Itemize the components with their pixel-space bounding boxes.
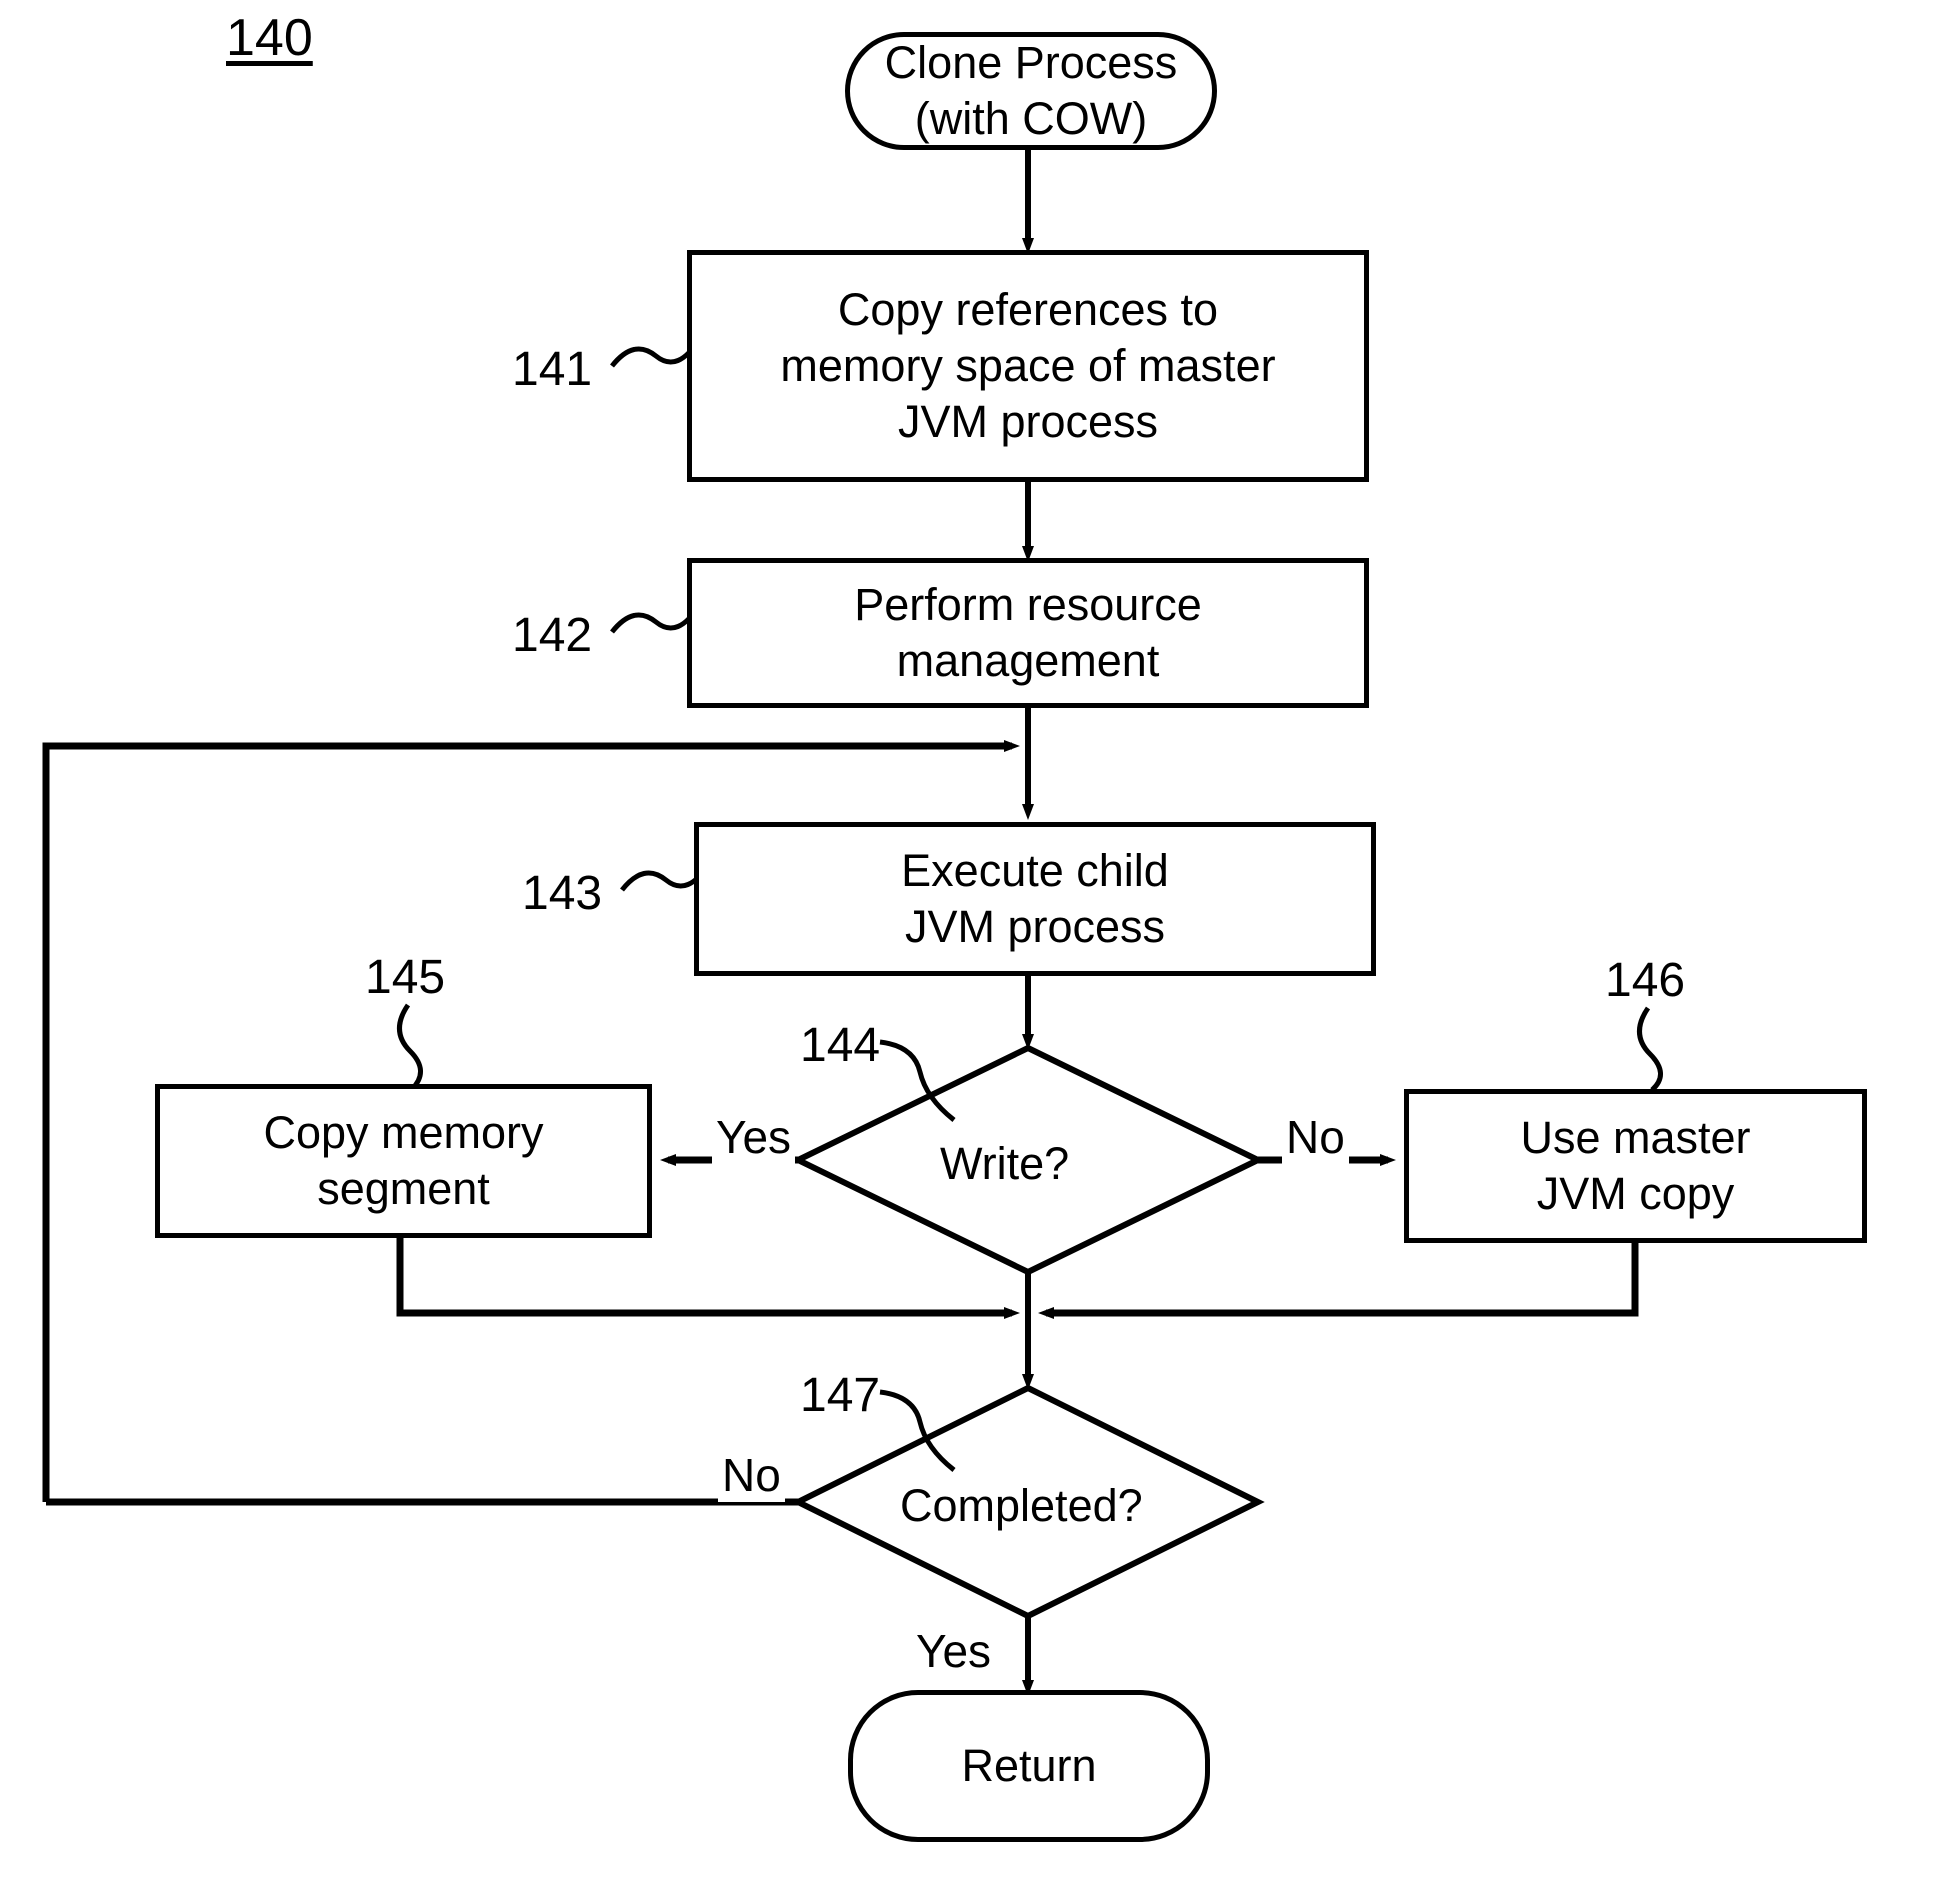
leader-146	[1637, 1006, 1663, 1092]
node-143-line1: Execute child	[901, 844, 1169, 896]
node-end-return: Return	[848, 1690, 1210, 1842]
ref-146: 146	[1605, 954, 1686, 1007]
node-143-execute-child-jvm: Execute child JVM process	[694, 822, 1376, 976]
leader-147	[879, 1389, 956, 1472]
decision-144-label: Write?	[940, 1138, 1070, 1189]
edge-label-write-yes: Yes	[712, 1110, 796, 1164]
ref-145: 145	[365, 951, 446, 1004]
node-start-line2: (with COW)	[914, 93, 1148, 144]
ref-144: 144	[800, 1019, 881, 1072]
edge-label-write-no: No	[1282, 1110, 1349, 1164]
node-142-line2: management	[896, 635, 1160, 686]
decision-147-label: Completed?	[900, 1480, 1143, 1531]
leader-145	[397, 1003, 423, 1096]
ref-143: 143	[522, 867, 603, 920]
ref-142: 142	[512, 609, 593, 662]
node-142-perform-resource-management: Perform resource management	[687, 558, 1369, 708]
node-143-line2: JVM process	[904, 901, 1166, 952]
node-146-line2: JVM copy	[1536, 1168, 1735, 1219]
leader-144	[879, 1039, 956, 1122]
node-145-copy-memory-segment: Copy memory segment	[155, 1084, 652, 1238]
node-141-line2: memory space of master	[780, 339, 1276, 391]
edge-145-to-junction	[396, 1238, 1020, 1319]
node-141-copy-references: Copy references to memory space of maste…	[687, 250, 1369, 482]
edge-label-completed-yes: Yes	[912, 1624, 996, 1678]
node-146-line1: Use master	[1520, 1111, 1751, 1163]
node-145-line2: segment	[317, 1163, 490, 1214]
ref-141: 141	[512, 343, 593, 396]
node-end-line1: Return	[961, 1739, 1097, 1791]
edge-146-to-junction	[1038, 1243, 1639, 1319]
node-146-use-master-jvm-copy: Use master JVM copy	[1404, 1089, 1867, 1243]
ref-147: 147	[800, 1369, 881, 1422]
flowchart-canvas: 140 Clone Process (with COW) Copy refere…	[0, 0, 1947, 1891]
edge-label-completed-no: No	[718, 1448, 785, 1502]
node-141-line3: JVM process	[897, 396, 1159, 448]
node-start-clone-process: Clone Process (with COW)	[845, 32, 1217, 150]
node-start-line1: Clone Process	[884, 36, 1178, 88]
figure-number: 140	[226, 9, 313, 67]
node-141-line1: Copy references to	[837, 283, 1219, 335]
node-142-line1: Perform resource	[854, 578, 1202, 630]
node-145-line1: Copy memory	[263, 1106, 544, 1158]
